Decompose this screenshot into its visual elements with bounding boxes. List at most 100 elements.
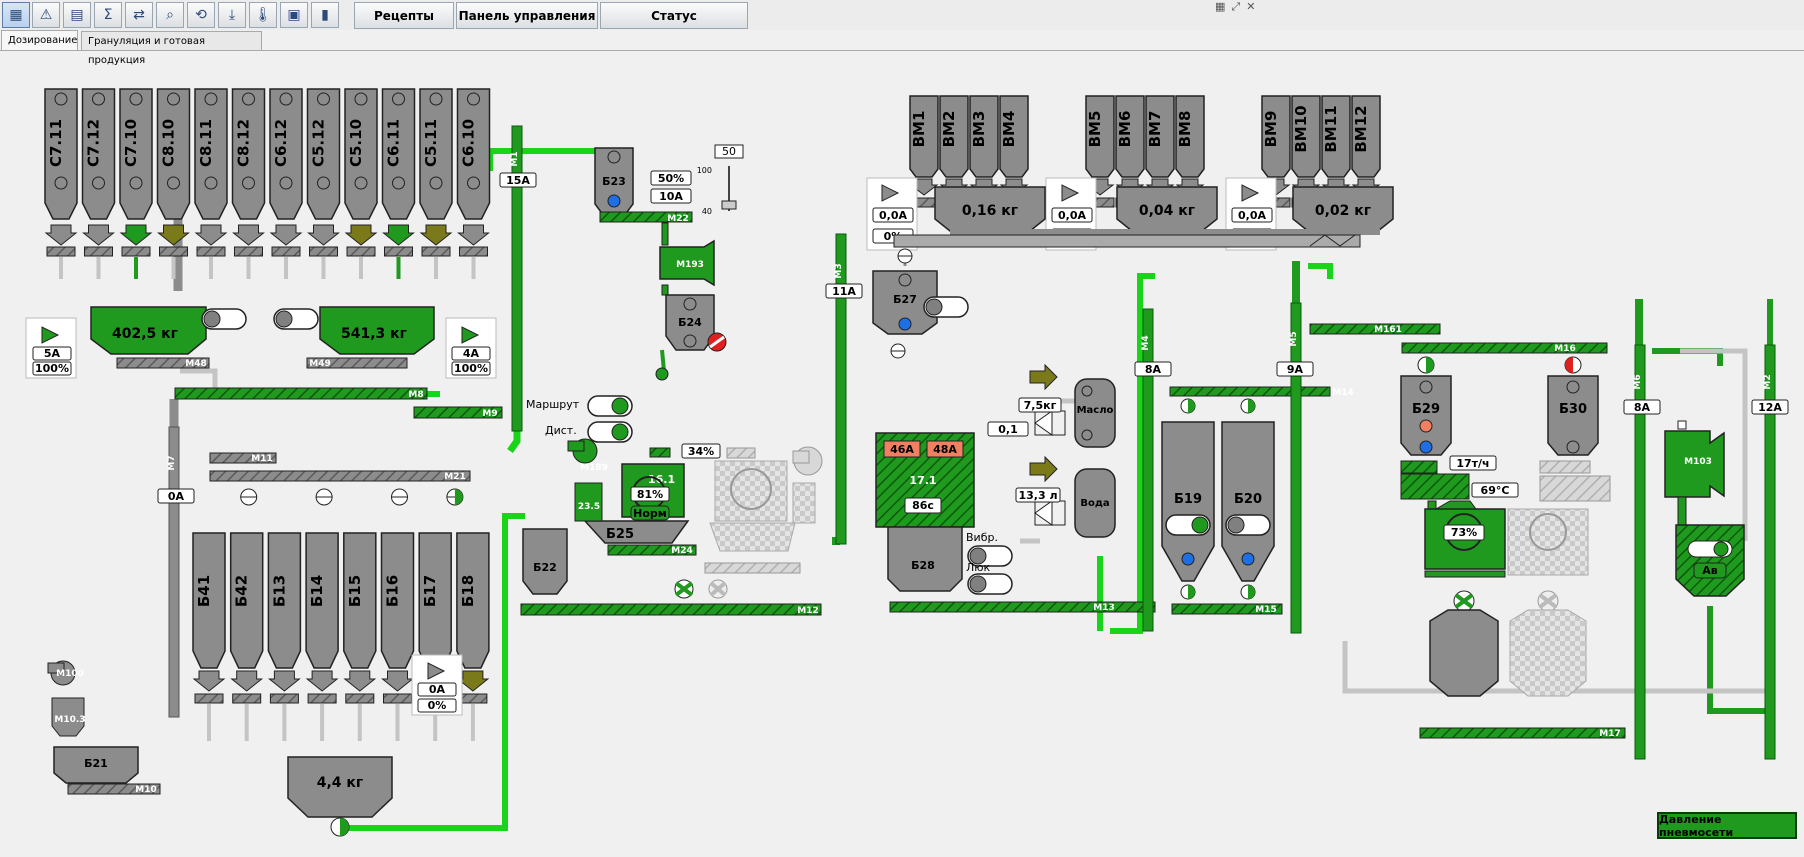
silo-Б14[interactable]: Б14 — [305, 532, 339, 741]
conveyor-m8[interactable]: M8 — [174, 387, 428, 400]
fan-m100[interactable]: M100 — [47, 660, 84, 686]
conveyor-m12[interactable]: M12 — [520, 603, 822, 616]
oil-tank[interactable]: Масло — [1074, 378, 1116, 448]
dosing-panel-3[interactable]: 0А 0% — [411, 654, 463, 716]
b27-toggle[interactable] — [923, 296, 969, 318]
scale-hopper-3[interactable]: 4,4 кг — [287, 756, 393, 837]
warning-icon[interactable]: ⚠ — [32, 2, 60, 28]
grid-icon[interactable]: ▦ — [1215, 0, 1225, 14]
pelletizer-b29[interactable]: 73% — [1424, 500, 1506, 697]
conveyor-m161[interactable]: M161 — [1309, 323, 1441, 335]
conveyor-m48[interactable]: M48 — [116, 357, 210, 369]
tab-dosing[interactable]: Дозирование — [1, 30, 78, 51]
silo-С8.11[interactable]: С8.11 — [194, 88, 228, 279]
valve-icon[interactable] — [315, 488, 333, 506]
silo-С5.12[interactable]: С5.12 — [306, 88, 341, 279]
elevator-m3[interactable]: M3 11А — [825, 233, 863, 545]
b25-feed[interactable]: 23.5 — [574, 482, 603, 522]
valve-icon[interactable] — [240, 488, 258, 506]
chart-icon[interactable]: ▮ — [311, 2, 339, 28]
thermometer-icon[interactable]: 🌡 — [249, 2, 277, 28]
vm-collector-conveyor[interactable] — [893, 229, 1380, 248]
dist-toggle[interactable] — [587, 421, 633, 443]
silo-С8.12[interactable]: С8.12 — [231, 88, 266, 279]
vm-scale-3[interactable]: 0,02 кг — [1292, 186, 1394, 232]
elevator-m6[interactable]: M6 8А — [1623, 344, 1661, 760]
motor-m193[interactable]: M193 — [659, 222, 715, 296]
hatch-toggle[interactable] — [967, 573, 1013, 595]
bunker-b23[interactable]: Б23 M22 — [594, 147, 693, 224]
clipboard-icon[interactable]: ▤ — [63, 2, 91, 28]
motor-m103[interactable]: M103 — [1664, 420, 1725, 498]
transfer-icon[interactable]: ⇄ — [125, 2, 153, 28]
svg-text:Б19: Б19 — [1174, 492, 1202, 507]
toggle-2[interactable] — [273, 308, 319, 330]
valve-icon[interactable] — [391, 488, 408, 506]
feeder-m10-3[interactable]: M10.3 — [51, 697, 86, 737]
toggle-1[interactable] — [201, 308, 247, 330]
elevator-m5[interactable]: M5 9А — [1276, 302, 1314, 634]
bunker-b21[interactable]: Б21 M10 — [53, 746, 161, 795]
silo-Б16[interactable]: Б16 — [380, 532, 415, 741]
water-tank[interactable]: Вода — [1074, 468, 1116, 538]
water-pump[interactable]: 13,3 л — [1015, 455, 1066, 526]
silo-С7.12[interactable]: С7.12 — [81, 88, 116, 279]
elevator-m7[interactable]: M7 0А — [157, 426, 195, 718]
silo-Б41[interactable]: Б41 — [192, 532, 226, 741]
bunker-b29[interactable]: Б29 — [1400, 356, 1470, 500]
silo-С5.10[interactable]: С5.10 — [344, 88, 378, 279]
silo-Б15[interactable]: Б15 — [343, 532, 377, 741]
silo-С5.11[interactable]: С5.11 — [419, 88, 453, 279]
scale-hopper-2[interactable]: 541,3 кг — [319, 306, 435, 355]
vm-scale-1[interactable]: 0,16 кг — [934, 186, 1046, 232]
search-icon[interactable]: ⌕ — [156, 2, 184, 28]
bunker-b20[interactable]: Б20 — [1221, 398, 1275, 600]
sigma-icon[interactable]: Σ — [94, 2, 122, 28]
silo-С6.12[interactable]: С6.12 — [269, 88, 303, 279]
dosing-panel-2[interactable]: 4А 100% — [445, 317, 497, 379]
route-toggle[interactable] — [587, 395, 633, 417]
valve-pair-b25[interactable] — [674, 579, 728, 599]
recipes-button[interactable]: Рецепты — [354, 2, 454, 29]
close-icon[interactable]: ✕ — [1246, 0, 1255, 14]
elevator-m2[interactable]: M2 12А — [1751, 344, 1789, 760]
bunker-b19[interactable]: Б19 — [1161, 398, 1215, 600]
filter-av[interactable]: Ав — [1675, 496, 1745, 597]
fan-m189[interactable]: M189 — [567, 438, 608, 473]
dosing-panel-1[interactable]: 5А 100% — [25, 317, 77, 379]
status-button[interactable]: Статус — [600, 2, 748, 29]
oil-pump[interactable]: 7,5кг 0,1 — [987, 363, 1066, 437]
valve-icon[interactable] — [446, 488, 464, 506]
conveyor-m14[interactable]: M14 — [1169, 386, 1354, 398]
plant-icon[interactable]: ▦ — [2, 2, 30, 28]
silo-label: Б42 — [233, 575, 251, 607]
speed-slider[interactable]: 50 100 40 — [697, 144, 744, 216]
silo-С7.10[interactable]: С7.10 — [119, 88, 153, 279]
silo-С6.10[interactable]: С6.10 — [456, 88, 491, 279]
download-icon[interactable]: ⤓ — [218, 2, 246, 28]
silo-С7.11[interactable]: С7.11 — [44, 88, 78, 279]
conveyor-m11[interactable]: M11 — [209, 452, 277, 464]
conveyor-m49[interactable]: M49 — [306, 357, 408, 369]
conveyor-m15[interactable]: M15 — [1171, 603, 1283, 615]
calendar-icon[interactable]: ▣ — [280, 2, 308, 28]
bunker-b30[interactable]: Б30 — [1547, 356, 1599, 456]
conveyor-m21[interactable]: M21 — [209, 470, 471, 482]
scale-hopper-1[interactable]: 402,5 кг — [90, 306, 207, 355]
network-pressure-button[interactable]: Давление пневмосети — [1657, 812, 1797, 839]
bunker-b22[interactable]: Б22 — [522, 528, 568, 595]
conveyor-m9[interactable]: M9 — [413, 406, 503, 419]
conveyor-m17[interactable]: M17 — [1419, 727, 1626, 739]
tab-granulation[interactable]: Грануляция и готовая продукция — [81, 31, 262, 66]
expand-icon[interactable]: ⤢ — [1231, 0, 1240, 14]
control-panel-button[interactable]: Панель управления — [456, 2, 598, 29]
silo-Б13[interactable]: Б13 — [267, 532, 302, 741]
silo-С8.10[interactable]: С8.10 — [156, 88, 191, 279]
silo-С6.11[interactable]: С6.11 — [381, 88, 416, 279]
silo-Б42[interactable]: Б42 — [229, 532, 264, 741]
conveyor-m16[interactable]: M16 — [1401, 342, 1608, 354]
bunker-b24[interactable]: Б24 — [655, 294, 727, 381]
elevator-m1[interactable]: M1 15А — [499, 125, 537, 432]
cycle-icon[interactable]: ⟲ — [187, 2, 215, 28]
vm-scale-2[interactable]: 0,04 кг — [1116, 186, 1218, 232]
